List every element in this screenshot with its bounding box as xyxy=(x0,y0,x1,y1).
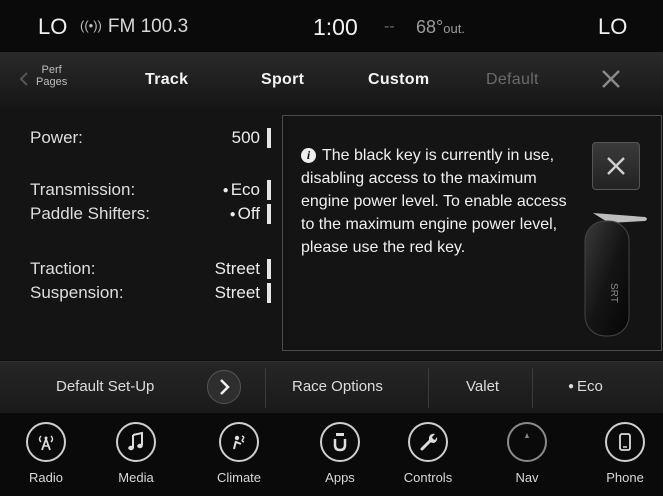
popup-message: i The black key is currently in use, disa… xyxy=(301,144,571,259)
power-label: Power: xyxy=(30,128,83,147)
tab-default: Default xyxy=(486,71,539,88)
nav-radio[interactable]: Radio xyxy=(16,422,76,494)
climate-icon xyxy=(219,422,259,462)
info-icon: i xyxy=(301,148,316,163)
radio-icon xyxy=(26,422,66,462)
wrench-icon xyxy=(408,422,448,462)
paddle-shifters-label: Paddle Shifters: xyxy=(30,204,151,223)
nav-radio-label: Radio xyxy=(29,470,63,485)
outside-temp: 68°out. xyxy=(416,17,465,38)
nav-phone-label: Phone xyxy=(606,470,644,485)
default-setup-chevron-button[interactable] xyxy=(207,370,241,404)
clock: 1:00 xyxy=(313,14,358,40)
key-warning-popup: i The black key is currently in use, disa… xyxy=(282,115,662,351)
traction-label: Traction: xyxy=(30,259,96,278)
passenger-temp[interactable]: LO xyxy=(598,14,627,40)
tab-sport[interactable]: Sport xyxy=(261,71,304,89)
suspension-indicator xyxy=(267,283,271,303)
compass-icon xyxy=(507,422,547,462)
traction-indicator xyxy=(267,259,271,279)
chevron-left-icon[interactable] xyxy=(16,71,32,87)
traction-value[interactable]: Street xyxy=(188,259,260,279)
perf-pages-line1: Perf xyxy=(41,64,62,76)
key-fob-icon: SRT xyxy=(584,213,647,337)
nav-bar: Radio Media Climate Apps Controls Nav Ph… xyxy=(0,413,663,496)
tab-custom[interactable]: Custom xyxy=(368,71,429,89)
outside-temp-label: out. xyxy=(443,21,465,36)
outside-temp-value: 68° xyxy=(416,17,444,37)
eco-button[interactable]: ● Eco xyxy=(568,378,603,395)
close-icon xyxy=(607,157,625,175)
close-icon[interactable] xyxy=(600,68,622,90)
nav-media-label: Media xyxy=(118,470,154,485)
nav-climate[interactable]: Climate xyxy=(209,422,269,494)
status-separator: -- xyxy=(384,18,395,35)
antenna-icon: ((•)) xyxy=(80,18,102,33)
action-bar: Default Set-Up Race Options Valet ● Eco xyxy=(0,361,663,415)
divider xyxy=(428,368,429,408)
radio-source[interactable]: ((•)) FM 100.3 xyxy=(80,16,188,38)
tab-track[interactable]: Track xyxy=(145,71,188,89)
mode-tabs: Perf Pages Track Sport Custom Default xyxy=(0,52,663,109)
leaf-icon: ● xyxy=(222,185,229,196)
paddle-shifters-value-text: Off xyxy=(237,204,260,223)
driver-temp[interactable]: LO xyxy=(38,14,67,40)
chevron-right-icon xyxy=(220,379,230,395)
paddle-shifters-indicator xyxy=(267,204,271,224)
default-setup-button[interactable]: Default Set-Up xyxy=(56,378,154,395)
valet-button[interactable]: Valet xyxy=(466,378,499,395)
music-note-icon xyxy=(116,422,156,462)
leaf-icon: ● xyxy=(568,381,575,392)
status-bar: LO ((•)) FM 100.3 1:00 -- 68°out. LO xyxy=(0,0,663,52)
perf-pages-button[interactable]: Perf Pages xyxy=(36,64,67,88)
paddle-shifters-value[interactable]: ● Off xyxy=(188,204,260,224)
nav-media[interactable]: Media xyxy=(106,422,166,494)
transmission-label: Transmission: xyxy=(30,180,136,199)
transmission-value[interactable]: ● Eco xyxy=(188,180,260,200)
popup-message-text: The black key is currently in use, disab… xyxy=(301,147,567,256)
svg-text:SRT: SRT xyxy=(608,283,619,303)
transmission-value-text: Eco xyxy=(230,180,260,199)
nav-apps[interactable]: Apps xyxy=(310,422,370,494)
nav-nav-label: Nav xyxy=(515,470,539,485)
phone-icon xyxy=(605,422,645,462)
power-value[interactable]: 500 xyxy=(200,128,260,148)
eco-label: Eco xyxy=(577,378,603,395)
nav-apps-label: Apps xyxy=(325,470,355,485)
popup-close-button[interactable] xyxy=(592,142,640,190)
power-indicator xyxy=(267,128,271,148)
nav-phone[interactable]: Phone xyxy=(595,422,655,494)
suspension-label: Suspension: xyxy=(30,283,124,302)
divider xyxy=(265,368,266,408)
race-options-button[interactable]: Race Options xyxy=(292,378,383,395)
radio-source-label: FM 100.3 xyxy=(107,16,189,37)
apps-icon xyxy=(320,422,360,462)
nav-controls-label: Controls xyxy=(403,470,453,485)
divider xyxy=(532,368,533,408)
nav-nav[interactable]: Nav xyxy=(497,422,557,494)
nav-controls[interactable]: Controls xyxy=(398,422,458,494)
suspension-value[interactable]: Street xyxy=(188,283,260,303)
perf-pages-line2: Pages xyxy=(36,76,68,88)
transmission-indicator xyxy=(267,180,271,200)
nav-climate-label: Climate xyxy=(216,470,262,485)
leaf-icon: ● xyxy=(229,209,236,220)
